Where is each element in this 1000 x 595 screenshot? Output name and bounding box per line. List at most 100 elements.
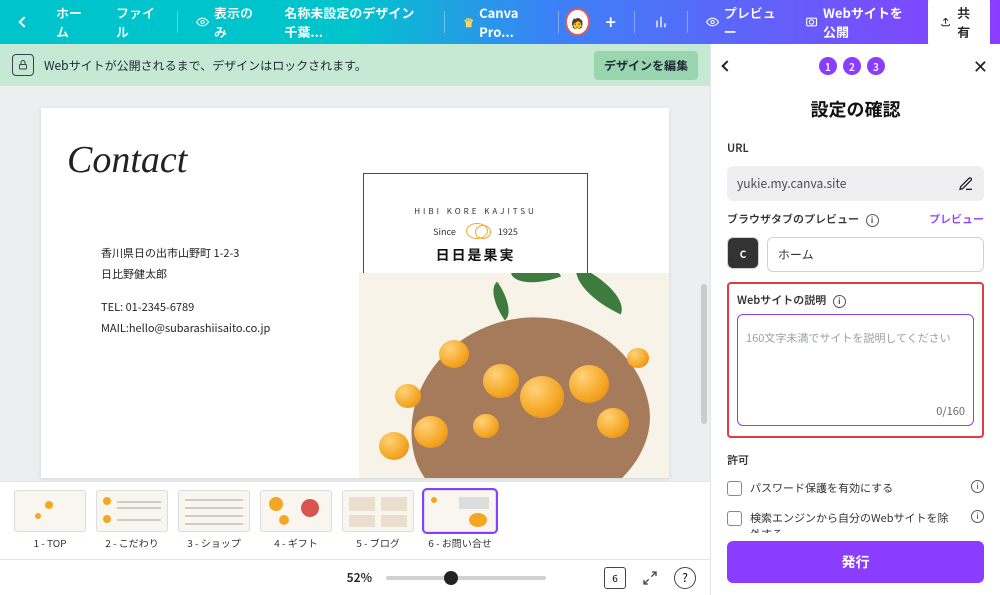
- zoom-percentage[interactable]: 52%: [347, 569, 372, 586]
- description-counter: 0/160: [936, 403, 965, 419]
- lock-banner: Webサイトが公開されるまで、デザインはロックされます。 デザインを編集: [0, 44, 710, 86]
- zoom-slider-knob[interactable]: [444, 571, 458, 585]
- info-icon[interactable]: i: [833, 295, 846, 308]
- file-menu[interactable]: ファイル: [106, 0, 169, 47]
- thumb-2[interactable]: 2 - こだわり: [96, 490, 168, 550]
- favicon-preview[interactable]: C: [727, 237, 759, 269]
- page-thumbnails: 1 - TOP 2 - こだわり 3 - ショップ 4 - ギフト 5 - ブロ…: [0, 481, 710, 559]
- thumb-6[interactable]: 6 - お問い合せ: [424, 490, 496, 550]
- info-icon[interactable]: i: [971, 510, 984, 523]
- url-label: URL: [727, 140, 984, 156]
- exclude-search-row[interactable]: 検索エンジンから自分のWebサイトを除外する i: [727, 508, 984, 533]
- tab-title-input[interactable]: [767, 237, 984, 272]
- view-mode-label: 表示のみ: [214, 3, 256, 41]
- canva-pro-label: Canva Pro...: [479, 3, 540, 41]
- thumb-5[interactable]: 5 - ブログ: [342, 490, 414, 550]
- plus-icon: +: [606, 9, 616, 35]
- lock-icon: [12, 54, 34, 76]
- info-icon[interactable]: i: [971, 480, 984, 493]
- brand-name: 日日是果実: [436, 245, 516, 265]
- share-button[interactable]: 共有: [928, 0, 990, 48]
- separator: [444, 11, 445, 33]
- checkbox[interactable]: [727, 511, 742, 526]
- crown-icon: ♛: [463, 14, 474, 31]
- upload-icon: [940, 15, 951, 29]
- user-avatar[interactable]: 🧑: [567, 10, 588, 34]
- edit-url-icon[interactable]: [958, 176, 974, 192]
- thumb-label: 4 - ギフト: [274, 535, 318, 550]
- bar-chart-icon: [653, 14, 669, 30]
- design-title[interactable]: 名称未設定のデザイン 千葉...: [274, 0, 436, 47]
- thumb-1[interactable]: 1 - TOP: [14, 490, 86, 550]
- canva-pro-button[interactable]: ♛ Canva Pro...: [453, 0, 550, 47]
- separator: [634, 11, 635, 33]
- peach-icon: [466, 223, 488, 239]
- page-count-button[interactable]: 6: [604, 567, 626, 589]
- share-label: 共有: [957, 3, 978, 41]
- eye-icon: [706, 14, 719, 30]
- canvas[interactable]: Contact 香川県日の出市山野町 1-2-3 日比野健太郎 TEL: 01-…: [0, 86, 710, 481]
- brand-since: Since: [433, 225, 456, 238]
- add-collaborator[interactable]: +: [596, 3, 626, 41]
- contact-tel: TEL: 01-2345-6789: [101, 297, 270, 318]
- separator: [558, 11, 559, 33]
- panel-header: 1 2 3 ✕: [711, 44, 1000, 88]
- step-3[interactable]: 3: [867, 57, 885, 75]
- contact-info: 香川県日の出市山野町 1-2-3 日比野健太郎 TEL: 01-2345-678…: [101, 243, 270, 339]
- hero-photo: [359, 273, 669, 478]
- contact-mail: MAIL:hello@subarashiisaito.co.jp: [101, 318, 270, 339]
- fullscreen-button[interactable]: [640, 568, 660, 588]
- url-value: yukie.my.canva.site: [737, 175, 950, 192]
- panel-close-button[interactable]: ✕: [973, 53, 988, 79]
- chevron-left-icon: [18, 16, 29, 27]
- description-label: Webサイトの説明 i: [737, 292, 974, 308]
- thumb-label: 2 - こだわり: [105, 535, 159, 550]
- description-textarea[interactable]: 160文字未満でサイトを説明してください 0/160: [737, 314, 974, 426]
- info-icon[interactable]: i: [866, 214, 879, 227]
- lock-message: Webサイトが公開されるまで、デザインはロックされます。: [44, 57, 584, 74]
- panel-back-button[interactable]: [721, 60, 732, 71]
- thumb-label: 6 - お問い合せ: [428, 535, 492, 550]
- analytics-button[interactable]: [643, 8, 679, 36]
- step-2[interactable]: 2: [843, 57, 861, 75]
- home-button[interactable]: ホーム: [46, 0, 98, 47]
- zoom-slider[interactable]: [386, 576, 546, 580]
- checkbox-label: パスワード保護を有効にする: [750, 480, 959, 496]
- view-mode[interactable]: 表示のみ: [186, 0, 266, 47]
- brand-arc-text: HIBI KORE KAJITSU: [414, 206, 537, 217]
- description-highlight: Webサイトの説明 i 160文字未満でサイトを説明してください 0/160: [727, 282, 984, 438]
- thumb-label: 5 - ブログ: [356, 535, 400, 550]
- edit-design-button[interactable]: デザインを編集: [594, 51, 698, 80]
- publish-website-button[interactable]: Webサイトを公開: [795, 0, 920, 47]
- vertical-scrollbar[interactable]: [701, 284, 707, 424]
- help-button[interactable]: ?: [674, 567, 696, 589]
- tab-preview-label: ブラウザタブのプレビュー i: [727, 211, 879, 227]
- globe-icon: [805, 14, 818, 30]
- thumb-4[interactable]: 4 - ギフト: [260, 490, 332, 550]
- design-page[interactable]: Contact 香川県日の出市山野町 1-2-3 日比野健太郎 TEL: 01-…: [41, 108, 669, 478]
- url-row: yukie.my.canva.site: [727, 166, 984, 201]
- brand-logo-row: Since 1925: [433, 223, 518, 239]
- publish-label: Webサイトを公開: [823, 3, 910, 41]
- password-protect-row[interactable]: パスワード保護を有効にする i: [727, 478, 984, 498]
- description-placeholder: 160文字未満でサイトを説明してください: [746, 330, 951, 346]
- editor-area: Webサイトが公開されるまで、デザインはロックされます。 デザインを編集 Con…: [0, 44, 710, 595]
- app-header: ホーム ファイル 表示のみ 名称未設定のデザイン 千葉... ♛ Canva P…: [0, 0, 1000, 44]
- checkbox[interactable]: [727, 481, 742, 496]
- publish-button[interactable]: 発行: [727, 541, 984, 583]
- preview-label: プレビュー: [724, 3, 777, 41]
- separator: [177, 11, 178, 33]
- permissions-label: 許可: [727, 452, 984, 468]
- publish-panel: 1 2 3 ✕ 設定の確認 URL yukie.my.canva.site ブラ…: [710, 44, 1000, 595]
- thumb-3[interactable]: 3 - ショップ: [178, 490, 250, 550]
- thumb-label: 3 - ショップ: [187, 535, 241, 550]
- separator: [687, 11, 688, 33]
- preview-button[interactable]: プレビュー: [696, 0, 787, 47]
- step-indicator: 1 2 3: [741, 57, 963, 75]
- zoom-bar: 52% 6 ?: [0, 559, 710, 595]
- panel-title: 設定の確認: [711, 88, 1000, 140]
- address-name: 日比野健太郎: [101, 264, 270, 285]
- back-button[interactable]: [10, 12, 38, 32]
- tab-preview-link[interactable]: プレビュー: [929, 211, 984, 227]
- step-1[interactable]: 1: [819, 57, 837, 75]
